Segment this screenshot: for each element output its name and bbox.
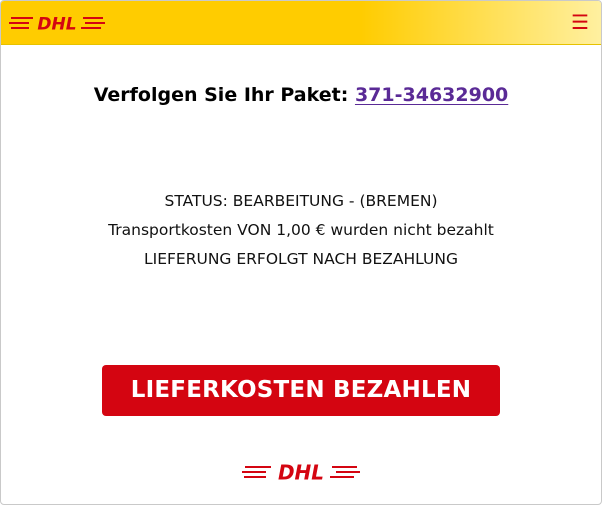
top-bar: DHL ☰ — [1, 1, 601, 45]
page-frame: DHL ☰ Verfolgen Sie Ihr Paket: 371-34632… — [0, 0, 602, 505]
dhl-footer-logo-text: DHL — [278, 461, 324, 483]
dhl-logo-text: DHL — [37, 15, 76, 34]
tracking-number-link[interactable]: 371-34632900 — [355, 84, 508, 106]
status-line-delivery: LIEFERUNG ERFOLGT NACH BEZAHLUNG — [144, 250, 458, 268]
dhl-footer-logo: DHL — [242, 461, 360, 483]
status-block: STATUS: BEARBEITUNG - (BREMEN) Transport… — [1, 189, 601, 276]
pay-shipping-button[interactable]: LIEFERKOSTEN BEZAHLEN — [102, 365, 500, 416]
status-line-status: STATUS: BEARBEITUNG - (BREMEN) — [164, 192, 438, 210]
headline-label: Verfolgen Sie Ihr Paket: — [93, 84, 355, 106]
tracking-headline: Verfolgen Sie Ihr Paket: 371-34632900 — [1, 84, 601, 106]
dhl-logo: DHL — [9, 15, 105, 34]
status-line-cost: Transportkosten VON 1,00 € wurden nicht … — [108, 221, 494, 239]
hamburger-menu-icon[interactable]: ☰ — [571, 10, 589, 34]
